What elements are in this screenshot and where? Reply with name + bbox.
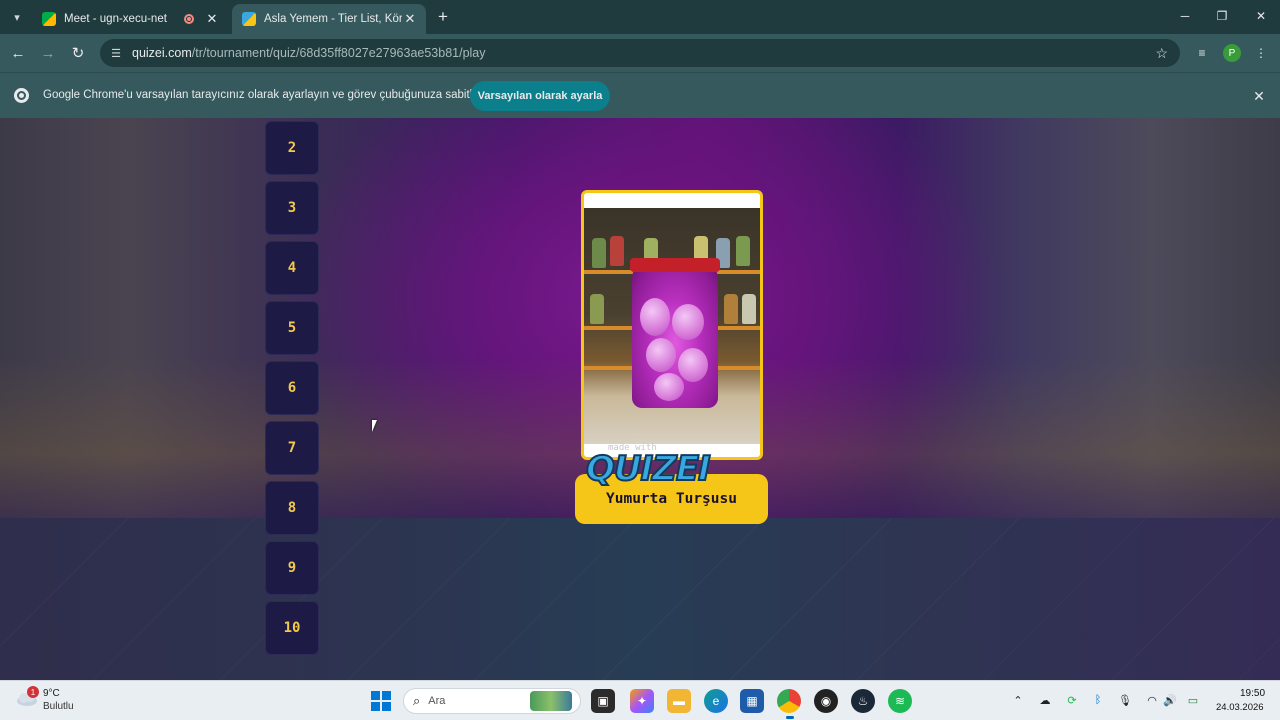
item-photo: [584, 208, 760, 444]
profile-avatar[interactable]: P: [1223, 44, 1241, 62]
url-path: /tr/tournament/quiz/68d35ff8027e27963ae5…: [191, 46, 486, 60]
weather-badge: 1: [27, 686, 39, 698]
bookmark-star-icon[interactable]: ☆: [1155, 45, 1168, 62]
quiz-page: 2 3 4 5 6 7 8 9 10 made with Yumurta Tur…: [0, 118, 1280, 680]
bluetooth-icon[interactable]: ᛒ: [1090, 692, 1106, 708]
sync-icon[interactable]: ⟳: [1064, 692, 1080, 708]
obs-icon[interactable]: ◉: [814, 689, 838, 713]
copilot-icon[interactable]: ✦: [630, 689, 654, 713]
meet-favicon-icon: [42, 12, 56, 26]
chrome-logo-icon: [14, 88, 29, 103]
minimize-icon[interactable]: ─: [1175, 6, 1195, 26]
jar-lid: [630, 258, 720, 272]
mouse-cursor-icon: [372, 420, 382, 432]
rank-slot[interactable]: 8: [265, 481, 319, 535]
windows-start-icon[interactable]: [371, 691, 391, 711]
infobar-message: Google Chrome'u varsayılan tarayıcınız o…: [43, 89, 494, 101]
search-icon: ⌕: [413, 693, 421, 708]
rank-slot[interactable]: 5: [265, 301, 319, 355]
store-icon[interactable]: ▦: [740, 689, 764, 713]
chrome-taskbar-icon[interactable]: [777, 689, 801, 713]
new-tab-button[interactable]: +: [434, 7, 452, 26]
tab-quiz[interactable]: Asla Yemem - Tier List, Kör Sıral ✕: [232, 4, 426, 34]
taskbar-search[interactable]: ⌕ Ara: [403, 688, 581, 714]
clock-time[interactable]: 19:50: [1240, 688, 1265, 699]
rank-slot[interactable]: 10: [265, 601, 319, 655]
tab-strip: ▾ Meet - ugn-xecu-net ✕ Asla Yemem - Tie…: [0, 0, 1280, 34]
tab-title: Meet - ugn-xecu-net: [64, 13, 167, 25]
set-default-button[interactable]: Varsayılan olarak ayarla: [470, 81, 610, 111]
tab-meet[interactable]: Meet - ugn-xecu-net ✕: [32, 4, 228, 34]
browser-toolbar: ← → ↻ ☰ quizei.com/tr/tournament/quiz/68…: [0, 34, 1280, 72]
site-info-icon[interactable]: ☰: [108, 45, 124, 61]
menu-kebab-icon[interactable]: ⋮: [1252, 44, 1270, 62]
close-window-icon[interactable]: ✕: [1251, 6, 1271, 26]
url-host: quizei.com: [132, 46, 192, 60]
microphone-icon[interactable]: 🎙: [1117, 692, 1133, 708]
rank-slot[interactable]: 2: [265, 121, 319, 175]
address-bar[interactable]: ☰ quizei.com/tr/tournament/quiz/68d35ff8…: [100, 39, 1180, 67]
edge-icon[interactable]: e: [704, 689, 728, 713]
background-floor: [0, 518, 1280, 680]
recording-indicator-icon: [184, 14, 194, 24]
spotify-icon[interactable]: ≋: [888, 689, 912, 713]
rank-slot[interactable]: 4: [265, 241, 319, 295]
forward-icon[interactable]: →: [38, 43, 58, 63]
windows-taskbar: 1 9°C Bulutlu ⌕ Ara ▣ ✦ ▬ e ▦ ◉ ♨ ≋ ⌃ ☁ …: [0, 680, 1280, 720]
quizei-logo: QUIZEI: [585, 449, 712, 489]
steam-icon[interactable]: ♨: [851, 689, 875, 713]
close-tab-icon[interactable]: ✕: [402, 11, 418, 27]
tab-title: Asla Yemem - Tier List, Kör Sıral: [264, 13, 402, 25]
clock-date[interactable]: 24.03.2026: [1216, 702, 1264, 713]
default-browser-infobar: Google Chrome'u varsayılan tarayıcınız o…: [0, 72, 1280, 118]
task-view-icon[interactable]: ▣: [591, 689, 615, 713]
rank-slot[interactable]: 3: [265, 181, 319, 235]
weather-temp[interactable]: 9°C: [43, 688, 60, 699]
close-tab-icon[interactable]: ✕: [204, 11, 220, 27]
quiz-item-card[interactable]: made with: [581, 190, 763, 460]
quizei-favicon-icon: [242, 12, 256, 26]
show-hidden-icons-icon[interactable]: ⌃: [1010, 692, 1026, 708]
rank-slot[interactable]: 7: [265, 421, 319, 475]
close-infobar-icon[interactable]: ✕: [1250, 87, 1268, 105]
volume-icon[interactable]: 🔊: [1162, 692, 1178, 708]
restore-icon[interactable]: ❐: [1212, 6, 1232, 26]
url-text: quizei.com/tr/tournament/quiz/68d35ff802…: [132, 46, 486, 60]
media-controls-icon[interactable]: ≡: [1193, 44, 1211, 62]
onedrive-icon[interactable]: ☁: [1037, 692, 1053, 708]
battery-icon[interactable]: ▭: [1185, 692, 1201, 708]
tab-search-button[interactable]: ▾: [7, 7, 27, 27]
rank-slot[interactable]: 6: [265, 361, 319, 415]
reload-icon[interactable]: ↻: [68, 43, 88, 63]
weather-desc[interactable]: Bulutlu: [43, 701, 74, 712]
search-placeholder: Ara: [428, 695, 446, 707]
active-app-indicator: [786, 716, 794, 719]
search-highlight-image: [530, 691, 572, 711]
file-explorer-icon[interactable]: ▬: [667, 689, 691, 713]
wifi-icon[interactable]: ◠: [1144, 692, 1160, 708]
back-icon[interactable]: ←: [8, 43, 28, 63]
rank-slot[interactable]: 9: [265, 541, 319, 595]
